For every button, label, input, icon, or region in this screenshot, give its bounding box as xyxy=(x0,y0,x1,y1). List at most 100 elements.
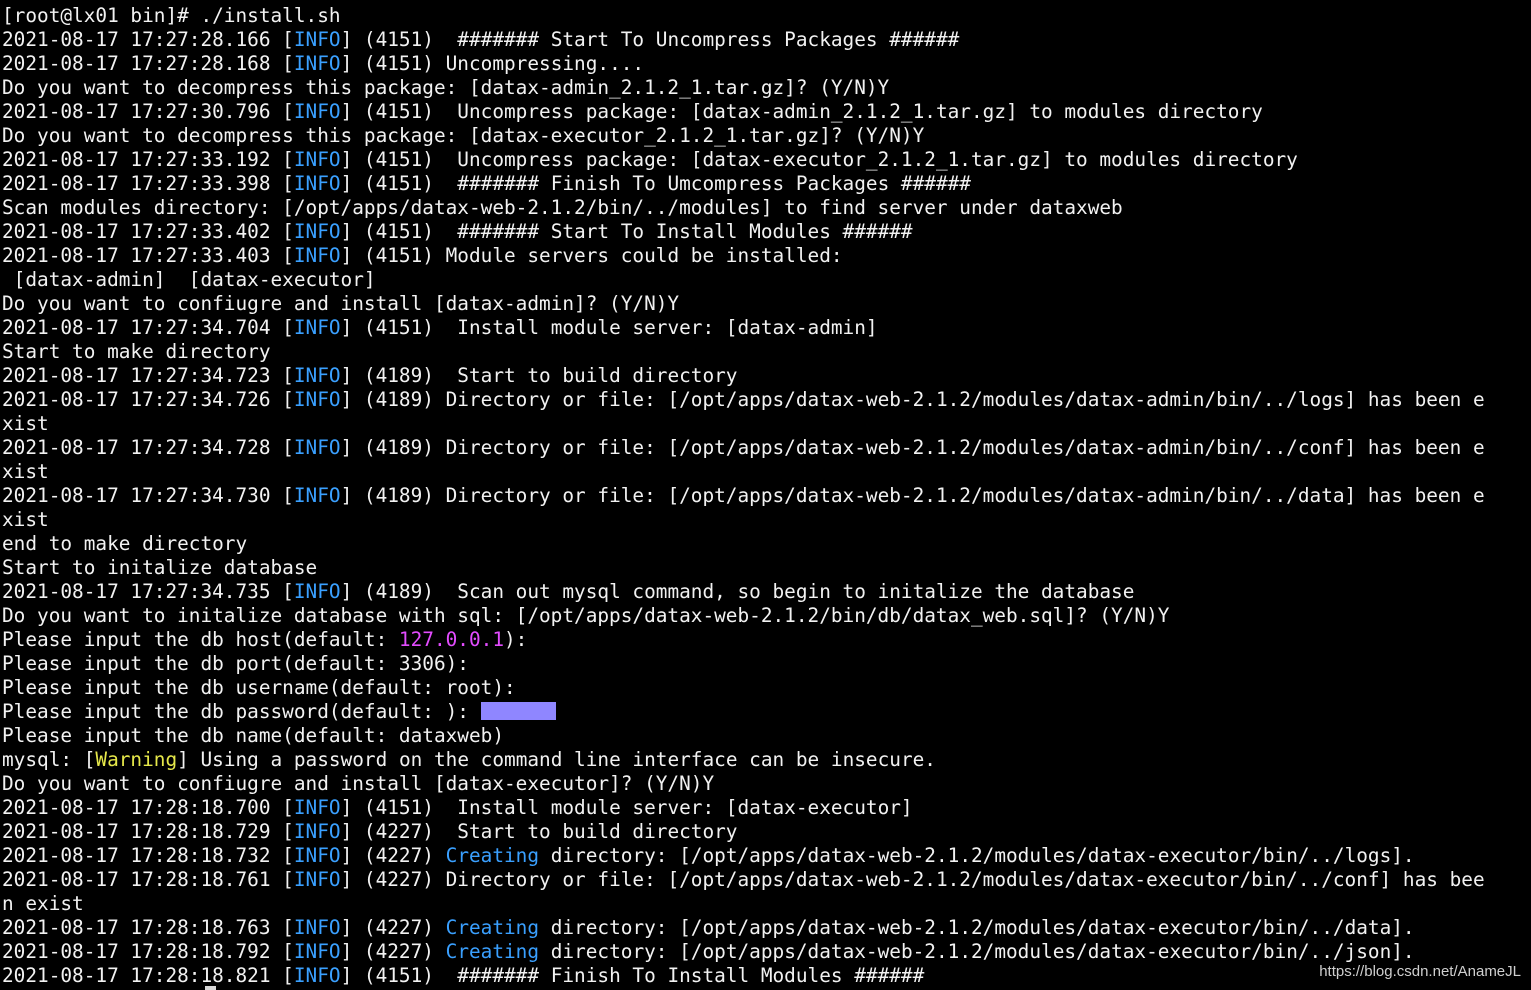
terminal-text: ] (4151) ####### Start To Uncompress Pac… xyxy=(340,28,960,51)
terminal-text: Please input the db host(default: xyxy=(2,628,399,651)
terminal-line: 2021-08-17 17:28:18.821 [INFO] (4151) ##… xyxy=(2,964,1485,988)
log-level-info: INFO xyxy=(293,844,341,867)
terminal-text: ] (4151) Module servers could be install… xyxy=(340,244,843,267)
terminal-text: Do you want to decompress this package: … xyxy=(2,76,890,99)
terminal-text: ] (4151) ####### Finish To Umcompress Pa… xyxy=(340,172,971,195)
terminal-line: 2021-08-17 17:28:18.761 [INFO] (4227) Di… xyxy=(2,868,1485,892)
terminal-line: 2021-08-17 17:27:34.726 [INFO] (4189) Di… xyxy=(2,388,1485,412)
terminal-line: Please input the db port(default: 3306): xyxy=(2,652,1485,676)
terminal-text: 2021-08-17 17:27:33.398 [ xyxy=(2,172,294,195)
log-level-info: INFO xyxy=(293,172,341,195)
log-level-info: INFO xyxy=(293,220,341,243)
terminal-text: ] (4189) Start to build directory xyxy=(340,364,738,387)
default-host-value: 127.0.0.1 xyxy=(398,628,504,651)
terminal-text: Start to make directory xyxy=(2,340,271,363)
terminal-text: Please input the db port(default: 3306): xyxy=(2,652,469,675)
log-level-info: INFO xyxy=(293,820,341,843)
terminal-text: directory: [/opt/apps/datax-web-2.1.2/mo… xyxy=(539,844,1415,867)
terminal-text: [root@lx01 bin]# ./install.sh xyxy=(2,4,341,27)
log-level-warning: Warning xyxy=(95,748,178,771)
terminal-line: 2021-08-17 17:27:30.796 [INFO] (4151) Un… xyxy=(2,100,1485,124)
terminal-line: Please input the db username(default: ro… xyxy=(2,676,1485,700)
terminal-line: 2021-08-17 17:27:34.730 [INFO] (4189) Di… xyxy=(2,484,1485,508)
log-level-info: INFO xyxy=(293,580,341,603)
terminal-line: 2021-08-17 17:27:34.723 [INFO] (4189) St… xyxy=(2,364,1485,388)
terminal-text: 2021-08-17 17:28:18.792 [ xyxy=(2,940,294,963)
terminal-text: 2021-08-17 17:27:30.796 [ xyxy=(2,100,294,123)
terminal-line: Do you want to decompress this package: … xyxy=(2,76,1485,100)
log-level-info: INFO xyxy=(293,940,341,963)
terminal-text: ] (4151) Uncompress package: [datax-exec… xyxy=(340,148,1298,171)
terminal-text: Please input the db password(default: ): xyxy=(2,700,481,723)
terminal-text: Please input the db username(default: ro… xyxy=(2,676,516,699)
terminal-line: [root@lx01 bin]# ./install.sh xyxy=(2,4,1485,28)
terminal-line: Do you want to confiugre and install [da… xyxy=(2,292,1485,316)
terminal-line: Do you want to initalize database with s… xyxy=(2,604,1485,628)
terminal-line: 2021-08-17 17:27:33.398 [INFO] (4151) ##… xyxy=(2,172,1485,196)
log-level-info: INFO xyxy=(293,244,341,267)
terminal-text: xist xyxy=(2,508,49,531)
terminal-text: 2021-08-17 17:28:18.821 [ xyxy=(2,964,294,987)
terminal-line: 2021-08-17 17:28:18.732 [INFO] (4227) Cr… xyxy=(2,844,1485,868)
terminal-line: xist xyxy=(2,508,1485,532)
terminal-text: mysql: [ xyxy=(2,748,96,771)
terminal-text: 2021-08-17 17:27:28.168 [ xyxy=(2,52,294,75)
terminal-line: 2021-08-17 17:27:34.704 [INFO] (4151) In… xyxy=(2,316,1485,340)
terminal-line: Start to make directory xyxy=(2,340,1485,364)
terminal-text: [datax-admin] [datax-executor] xyxy=(2,268,376,291)
terminal-line: Please input the db password(default: ): xyxy=(2,700,1485,724)
terminal-text: ] Using a password on the command line i… xyxy=(177,748,936,771)
terminal-window[interactable]: [root@lx01 bin]# ./install.sh 2021-08-17 … xyxy=(0,0,1531,990)
terminal-text: ] (4227) Directory or file: [/opt/apps/d… xyxy=(340,868,1485,891)
terminal-text: 2021-08-17 17:28:18.729 [ xyxy=(2,820,294,843)
terminal-text: ] (4151) Uncompressing.... xyxy=(340,52,645,75)
log-level-info: INFO xyxy=(293,796,341,819)
terminal-text: ] (4189) Scan out mysql command, so begi… xyxy=(340,580,1135,603)
terminal-text: ] (4227) xyxy=(340,916,446,939)
terminal-line: 2021-08-17 17:27:28.166 [INFO] (4151) ##… xyxy=(2,28,1485,52)
creating-keyword: Creating xyxy=(445,916,540,939)
terminal-text: 2021-08-17 17:27:34.730 [ xyxy=(2,484,294,507)
terminal-text: 2021-08-17 17:27:28.166 [ xyxy=(2,28,294,51)
terminal-text: 2021-08-17 17:28:18.761 [ xyxy=(2,868,294,891)
watermark: https://blog.csdn.net/AnameJL xyxy=(1319,963,1521,980)
terminal-text: 2021-08-17 17:27:34.704 [ xyxy=(2,316,294,339)
log-level-info: INFO xyxy=(293,100,341,123)
terminal-line: Start to initalize database xyxy=(2,556,1485,580)
terminal-text: xist xyxy=(2,460,49,483)
terminal-line: xist xyxy=(2,412,1485,436)
terminal-text: directory: [/opt/apps/datax-web-2.1.2/mo… xyxy=(539,916,1415,939)
terminal-line: Please input the db host(default: 127.0.… xyxy=(2,628,1485,652)
terminal-text: Do you want to confiugre and install [da… xyxy=(2,292,680,315)
terminal-text: ] (4151) Install module server: [datax-e… xyxy=(340,796,913,819)
log-level-info: INFO xyxy=(293,916,341,939)
terminal-line: 2021-08-17 17:28:18.729 [INFO] (4227) St… xyxy=(2,820,1485,844)
terminal-text: 2021-08-17 17:28:18.763 [ xyxy=(2,916,294,939)
creating-keyword: Creating xyxy=(445,940,540,963)
terminal-line: Please input the db name(default: dataxw… xyxy=(2,724,1485,748)
log-level-info: INFO xyxy=(293,148,341,171)
terminal-text: ] (4189) Directory or file: [/opt/apps/d… xyxy=(340,388,1485,411)
terminal-line: Scan modules directory: [/opt/apps/datax… xyxy=(2,196,1485,220)
log-level-info: INFO xyxy=(293,436,341,459)
terminal-text: ] (4151) Install module server: [datax-a… xyxy=(340,316,878,339)
terminal-line: 2021-08-17 17:27:34.735 [INFO] (4189) Sc… xyxy=(2,580,1485,604)
terminal-text: ] (4189) Directory or file: [/opt/apps/d… xyxy=(340,484,1485,507)
terminal-text: 2021-08-17 17:27:34.735 [ xyxy=(2,580,294,603)
terminal-text: ] (4227) xyxy=(340,940,446,963)
terminal-text: Do you want to confiugre and install [da… xyxy=(2,772,715,795)
terminal-text: n exist xyxy=(2,892,84,915)
terminal-line: 2021-08-17 17:28:18.700 [INFO] (4151) In… xyxy=(2,796,1485,820)
terminal-text: xist xyxy=(2,412,49,435)
password-redaction xyxy=(480,702,556,720)
terminal-text: 2021-08-17 17:28:18.732 [ xyxy=(2,844,294,867)
terminal-line: [datax-admin] [datax-executor] xyxy=(2,268,1485,292)
terminal-text: 2021-08-17 17:27:34.723 [ xyxy=(2,364,294,387)
terminal-text: ): xyxy=(504,628,528,651)
terminal-line: n exist xyxy=(2,892,1485,916)
terminal-line: 2021-08-17 17:28:18.763 [INFO] (4227) Cr… xyxy=(2,916,1485,940)
terminal-text: 2021-08-17 17:27:33.402 [ xyxy=(2,220,294,243)
terminal-line: xist xyxy=(2,460,1485,484)
terminal-line: 2021-08-17 17:27:33.402 [INFO] (4151) ##… xyxy=(2,220,1485,244)
log-level-info: INFO xyxy=(293,316,341,339)
